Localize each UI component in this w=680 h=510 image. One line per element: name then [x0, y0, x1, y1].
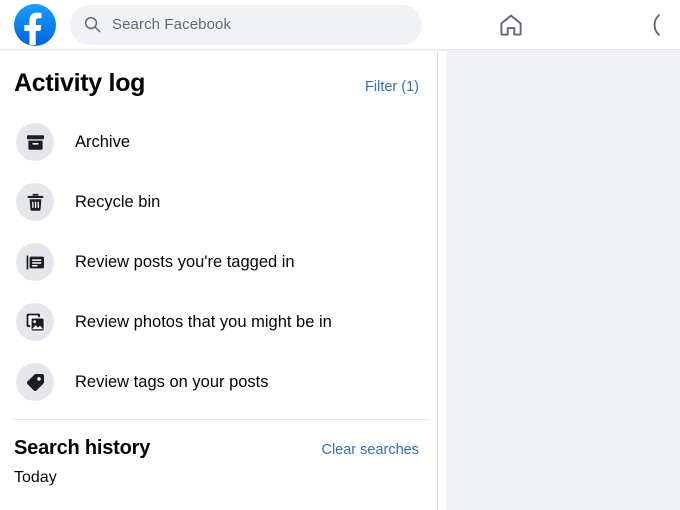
menu-label: Archive — [75, 132, 131, 151]
partial-edge-button[interactable] — [636, 8, 670, 42]
trash-bin-icon-wrap — [16, 183, 54, 221]
main-content-area — [446, 51, 680, 510]
search-history-header: Search history Clear searches — [0, 420, 437, 460]
activity-log-panel: Activity log Filter (1) Archive Recycle … — [0, 51, 438, 510]
panel-header: Activity log Filter (1) — [0, 51, 437, 98]
trash-bin-icon — [27, 193, 43, 211]
menu-item-review-photos[interactable]: Review photos that you might be in — [8, 292, 429, 352]
photos-stack-icon — [26, 313, 45, 332]
menu-label: Review tags on your posts — [75, 372, 269, 391]
search-history-day-label: Today — [14, 469, 57, 486]
activity-menu-list: Archive Recycle bin Review posts you're … — [0, 112, 437, 412]
menu-item-review-tags[interactable]: Review tags on your posts — [8, 352, 429, 412]
tag-icon — [26, 373, 44, 391]
clear-searches-link[interactable]: Clear searches — [321, 442, 419, 458]
archive-box-icon — [26, 134, 44, 150]
home-icon — [500, 14, 522, 36]
partial-icon — [653, 13, 660, 36]
search-input[interactable]: Search Facebook — [70, 4, 422, 45]
menu-label: Review posts you're tagged in — [75, 252, 295, 271]
top-navigation-bar: Search Facebook — [0, 0, 680, 50]
photos-stack-icon-wrap — [16, 303, 54, 341]
posts-review-icon — [26, 254, 44, 270]
posts-review-icon-wrap — [16, 243, 54, 281]
search-history-title: Search history — [14, 437, 151, 459]
archive-box-icon-wrap — [16, 123, 54, 161]
menu-label: Review photos that you might be in — [75, 312, 332, 331]
menu-item-review-posts-tagged[interactable]: Review posts you're tagged in — [8, 232, 429, 292]
page-title: Activity log — [14, 69, 146, 97]
tag-icon-wrap — [16, 363, 54, 401]
menu-label: Recycle bin — [75, 192, 161, 211]
menu-item-recycle-bin[interactable]: Recycle bin — [8, 172, 429, 232]
facebook-logo[interactable] — [14, 3, 56, 46]
nav-icon-group — [494, 8, 670, 42]
search-placeholder-text: Search Facebook — [112, 16, 232, 33]
panel-edge-spacer — [438, 51, 446, 510]
menu-item-archive[interactable]: Archive — [8, 112, 429, 172]
home-button[interactable] — [494, 8, 528, 42]
filter-link[interactable]: Filter (1) — [365, 79, 419, 95]
search-icon — [84, 16, 101, 33]
